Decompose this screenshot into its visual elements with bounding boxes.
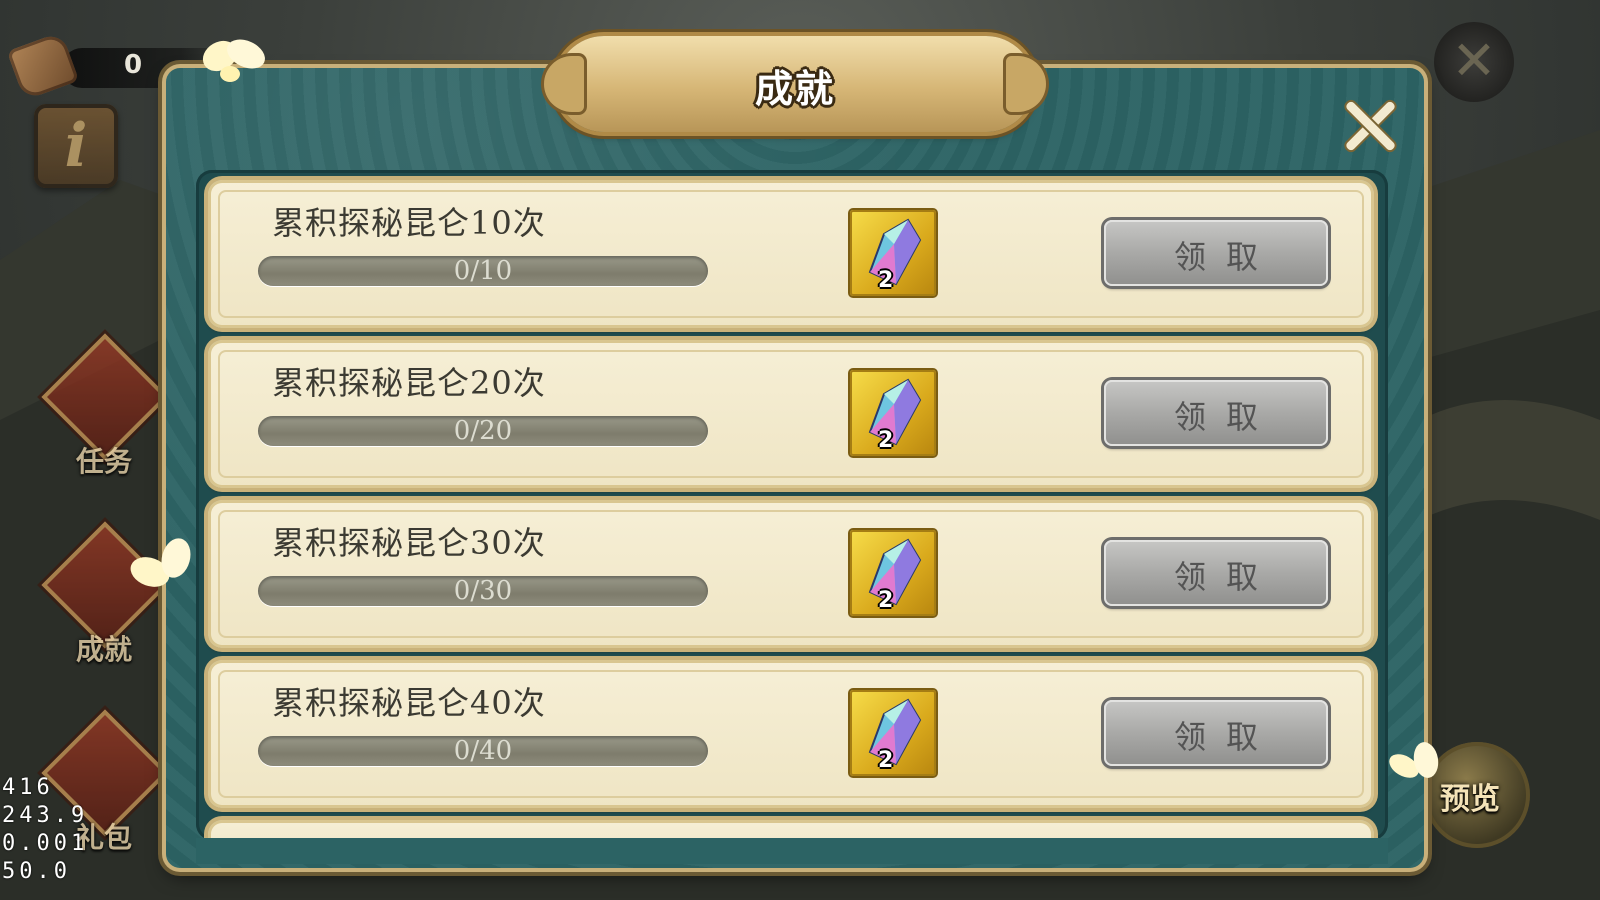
claim-button[interactable]: 领取 (1104, 540, 1328, 606)
claim-label: 领取 (1173, 238, 1278, 276)
achievement-row: 累积探秘昆仑10次 0/10 2 领取 (208, 180, 1374, 328)
progress-text: 0/30 (453, 576, 513, 606)
progress-text: 0/40 (453, 736, 513, 766)
close-icon[interactable] (1340, 96, 1400, 156)
achievement-row: 累积探秘昆仑20次 0/20 2 领取 (208, 340, 1374, 488)
crystal-icon[interactable]: 2 (850, 210, 936, 296)
progress-text: 0/10 (453, 256, 513, 286)
side-menu-label: 任务 (76, 445, 133, 478)
debug-stat-line: 0.001 (2, 831, 89, 856)
butterfly-icon (202, 39, 265, 82)
preview-label: 预览 (1440, 782, 1500, 817)
claim-label: 领取 (1173, 398, 1278, 436)
claim-button[interactable]: 领取 (1104, 380, 1328, 446)
achievement-title: 累积探秘昆仑20次 (272, 364, 546, 402)
dialog-title-plate: 成就 (544, 36, 1046, 132)
claim-label: 领取 (1173, 558, 1278, 596)
counter-value: 0 (124, 50, 143, 80)
crystal-icon[interactable]: 2 (850, 690, 936, 776)
info-icon: i (64, 111, 88, 181)
reward-count: 2 (878, 268, 894, 293)
progress-bar: 0/20 (258, 416, 708, 446)
butterfly-icon (1389, 742, 1439, 778)
debug-stat-line: 243.9 (2, 803, 89, 828)
progress-bar: 0/30 (258, 576, 708, 606)
dialog-title: 成就 (754, 67, 835, 111)
claim-button[interactable]: 领取 (1104, 700, 1328, 766)
debug-stat-line: 50.0 (2, 859, 71, 884)
crystal-icon[interactable]: 2 (850, 370, 936, 456)
progress-bar: 0/10 (258, 256, 708, 286)
achievement-title: 累积探秘昆仑40次 (272, 684, 546, 722)
reward-count: 2 (878, 428, 894, 453)
progress-bar: 0/40 (258, 736, 708, 766)
achievement-row: 累积探秘昆仑40次 0/40 2 领取 (208, 660, 1374, 808)
side-menu-label: 成就 (76, 633, 133, 666)
progress-text: 0/20 (453, 416, 513, 446)
butterfly-icon (130, 538, 191, 587)
debug-stat-line: 416 (2, 775, 54, 800)
reward-count: 2 (878, 748, 894, 773)
reward-count: 2 (878, 588, 894, 613)
debug-stats: 416 243.9 0.001 50.0 (2, 774, 88, 886)
info-button[interactable]: i (34, 104, 118, 188)
achievement-title: 累积探秘昆仑10次 (272, 204, 546, 242)
achievement-title: 累积探秘昆仑30次 (272, 524, 546, 562)
achievement-row: 累积探秘昆仑30次 0/30 2 领取 (208, 500, 1374, 648)
crystal-icon[interactable]: 2 (850, 530, 936, 616)
background-close-icon[interactable]: ✕ (1434, 22, 1514, 102)
claim-label: 领取 (1173, 718, 1278, 756)
side-menu-task-button[interactable]: 任务 (41, 333, 169, 490)
claim-button[interactable]: 领取 (1104, 220, 1328, 286)
